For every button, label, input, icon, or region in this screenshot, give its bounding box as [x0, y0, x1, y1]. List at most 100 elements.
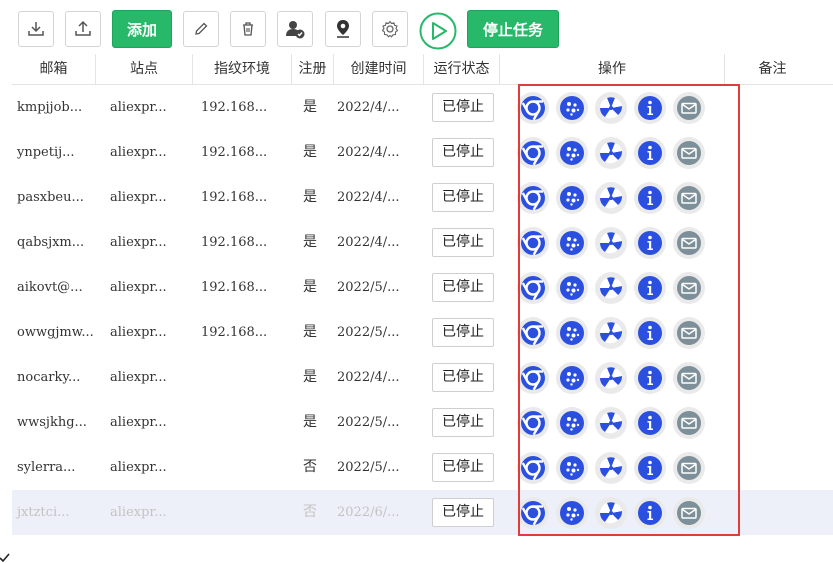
download-button[interactable]: [18, 11, 54, 47]
fan-icon[interactable]: [595, 137, 627, 169]
table-row[interactable]: wwsjkhg... aliexpr... 是 2022/5/... 已停止: [12, 400, 833, 445]
col-header-actions[interactable]: 操作: [500, 54, 725, 84]
cookie-icon[interactable]: [556, 92, 588, 124]
mail-icon[interactable]: [673, 92, 705, 124]
table-row[interactable]: qabsjxm... aliexpr... 192.168... 是 2022/…: [12, 220, 833, 265]
mail-icon[interactable]: [673, 452, 705, 484]
fan-icon[interactable]: [595, 362, 627, 394]
mail-icon[interactable]: [673, 137, 705, 169]
col-header-fingerprint[interactable]: 指纹环境: [193, 54, 292, 84]
cookie-icon[interactable]: [556, 452, 588, 484]
chrome-icon[interactable]: [517, 137, 549, 169]
location-button[interactable]: [325, 11, 361, 47]
chrome-icon[interactable]: [517, 317, 549, 349]
mail-icon[interactable]: [673, 182, 705, 214]
mail-icon[interactable]: [673, 407, 705, 439]
add-button[interactable]: 添加: [112, 10, 172, 48]
info-icon[interactable]: [634, 272, 666, 304]
mail-icon[interactable]: [673, 272, 705, 304]
site-cell: aliexpr...: [110, 145, 167, 160]
site-cell: aliexpr...: [110, 280, 167, 295]
mail-icon[interactable]: [673, 362, 705, 394]
check-mark-icon: [0, 553, 10, 563]
status-badge[interactable]: 已停止: [432, 453, 494, 482]
fan-icon[interactable]: [595, 92, 627, 124]
chrome-icon[interactable]: [517, 272, 549, 304]
info-icon[interactable]: [634, 92, 666, 124]
table-row[interactable]: nocarky... aliexpr... 是 2022/4/... 已停止: [12, 355, 833, 400]
edit-button[interactable]: [183, 11, 219, 47]
cookie-icon[interactable]: [556, 227, 588, 259]
status-badge[interactable]: 已停止: [432, 318, 494, 347]
created-cell: 2022/6/...: [337, 505, 400, 520]
toolbar: 添加 停止任务: [0, 0, 833, 54]
cookie-icon[interactable]: [556, 182, 588, 214]
table-row[interactable]: aikovt@... aliexpr... 192.168... 是 2022/…: [12, 265, 833, 310]
email-cell: jxtztci...: [17, 505, 70, 520]
site-cell: aliexpr...: [110, 325, 167, 340]
status-badge[interactable]: 已停止: [432, 273, 494, 302]
upload-button[interactable]: [65, 11, 101, 47]
registered-cell: 否: [303, 459, 317, 475]
info-icon[interactable]: [634, 407, 666, 439]
table-row[interactable]: jxtztci... aliexpr... 否 2022/6/... 已停止: [12, 490, 833, 535]
chrome-icon[interactable]: [517, 362, 549, 394]
table-row[interactable]: owwgjmw... aliexpr... 192.168... 是 2022/…: [12, 310, 833, 355]
mail-icon[interactable]: [673, 497, 705, 529]
info-icon[interactable]: [634, 452, 666, 484]
table-row[interactable]: pasxbeu... aliexpr... 192.168... 是 2022/…: [12, 175, 833, 220]
chrome-icon[interactable]: [517, 407, 549, 439]
cookie-icon[interactable]: [556, 497, 588, 529]
registered-cell: 否: [303, 504, 317, 520]
user-check-button[interactable]: [277, 11, 313, 47]
info-icon[interactable]: [634, 137, 666, 169]
table-row[interactable]: ynpetij... aliexpr... 192.168... 是 2022/…: [12, 130, 833, 175]
start-button[interactable]: [418, 11, 458, 51]
fan-icon[interactable]: [595, 407, 627, 439]
cookie-icon[interactable]: [556, 407, 588, 439]
col-header-site[interactable]: 站点: [96, 54, 193, 84]
info-icon[interactable]: [634, 182, 666, 214]
status-badge[interactable]: 已停止: [432, 228, 494, 257]
settings-button[interactable]: [372, 11, 408, 47]
col-header-registered[interactable]: 注册: [292, 54, 334, 84]
cookie-icon[interactable]: [556, 362, 588, 394]
col-header-created[interactable]: 创建时间: [334, 54, 424, 84]
registered-cell: 是: [303, 144, 317, 160]
fan-icon[interactable]: [595, 272, 627, 304]
fan-icon[interactable]: [595, 227, 627, 259]
cookie-icon[interactable]: [556, 272, 588, 304]
chrome-icon[interactable]: [517, 227, 549, 259]
fan-icon[interactable]: [595, 452, 627, 484]
col-header-status[interactable]: 运行状态: [424, 54, 500, 84]
mail-icon[interactable]: [673, 227, 705, 259]
status-badge[interactable]: 已停止: [432, 138, 494, 167]
chrome-icon[interactable]: [517, 497, 549, 529]
stop-task-button[interactable]: 停止任务: [467, 10, 559, 48]
cookie-icon[interactable]: [556, 317, 588, 349]
mail-icon[interactable]: [673, 317, 705, 349]
status-badge[interactable]: 已停止: [432, 93, 494, 122]
status-badge[interactable]: 已停止: [432, 408, 494, 437]
info-icon[interactable]: [634, 227, 666, 259]
fan-icon[interactable]: [595, 497, 627, 529]
table-row[interactable]: kmpjjob... aliexpr... 192.168... 是 2022/…: [12, 85, 833, 130]
col-header-email[interactable]: 邮箱: [12, 54, 96, 84]
status-badge[interactable]: 已停止: [432, 183, 494, 212]
fan-icon[interactable]: [595, 317, 627, 349]
chrome-icon[interactable]: [517, 92, 549, 124]
status-badge[interactable]: 已停止: [432, 363, 494, 392]
status-badge[interactable]: 已停止: [432, 498, 494, 527]
site-cell: aliexpr...: [110, 370, 167, 385]
chrome-icon[interactable]: [517, 452, 549, 484]
fan-icon[interactable]: [595, 182, 627, 214]
col-header-notes[interactable]: 备注: [725, 54, 820, 84]
chrome-icon[interactable]: [517, 182, 549, 214]
cookie-icon[interactable]: [556, 137, 588, 169]
info-icon[interactable]: [634, 497, 666, 529]
delete-button[interactable]: [230, 11, 266, 47]
info-icon[interactable]: [634, 317, 666, 349]
info-icon[interactable]: [634, 362, 666, 394]
site-cell: aliexpr...: [110, 460, 167, 475]
table-row[interactable]: sylerra... aliexpr... 否 2022/5/... 已停止: [12, 445, 833, 490]
